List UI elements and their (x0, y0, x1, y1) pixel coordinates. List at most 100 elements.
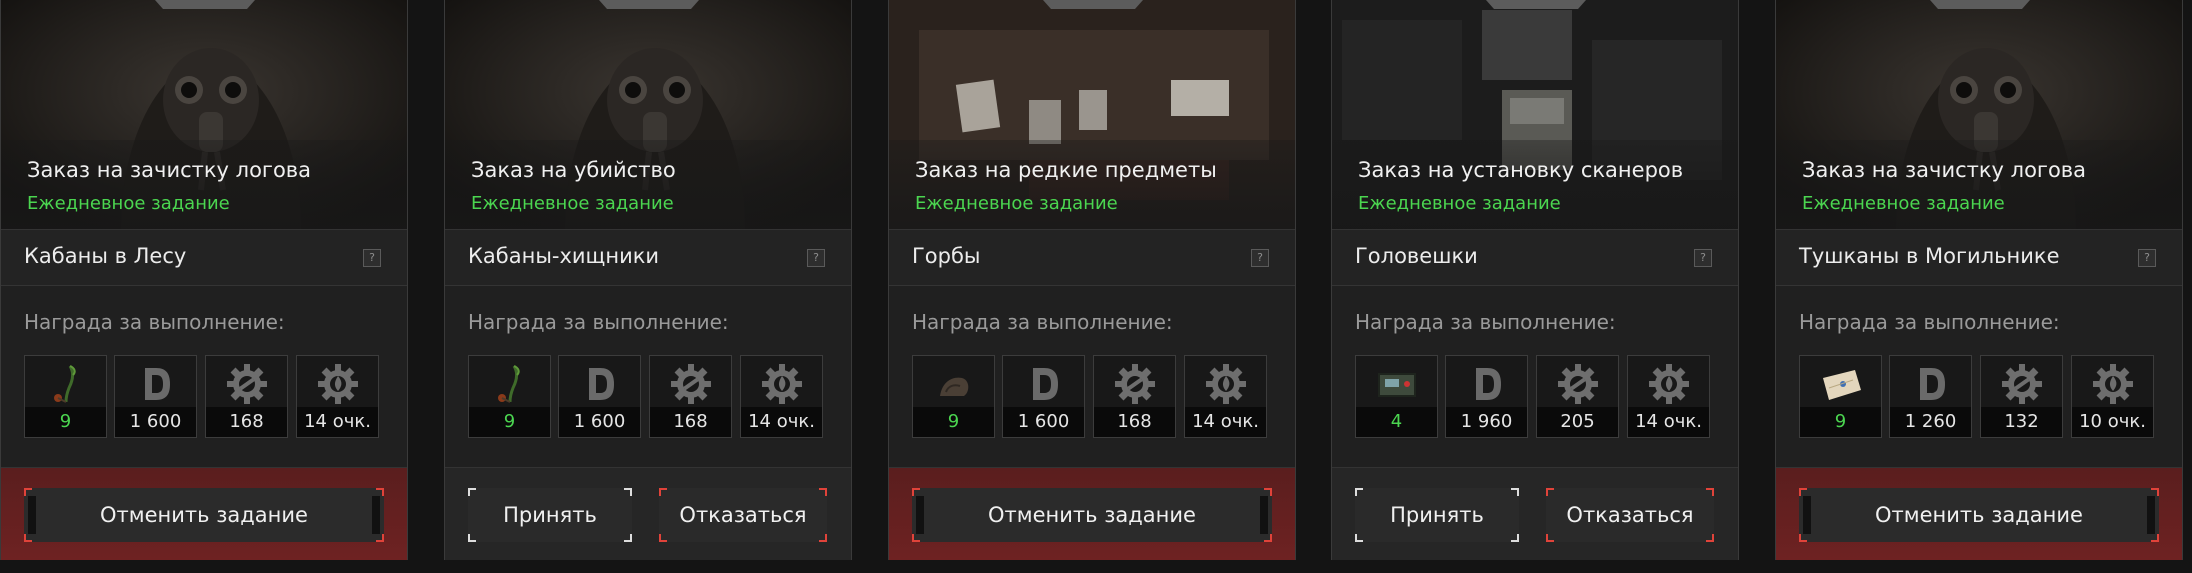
corner (1706, 488, 1714, 496)
quest-card[interactable]: Заказ на убийство Ежедневное задание Кабан… (444, 0, 852, 560)
corner (1546, 488, 1554, 496)
gear-wrench-icon (650, 356, 731, 412)
corner (624, 534, 632, 542)
accept-button[interactable]: Принять (468, 488, 632, 542)
reward-value: 14 очк. (297, 407, 378, 437)
reward-slot[interactable]: 4 (1355, 355, 1438, 438)
card-tab (1043, 0, 1143, 9)
corner (819, 488, 827, 496)
cancel-task-label: Отменить задание (100, 503, 308, 527)
reward-value: 10 очк. (2072, 407, 2153, 437)
button-edge (916, 496, 924, 534)
button-edge (2147, 496, 2155, 534)
reward-value: 1 600 (559, 407, 640, 437)
order-title: Заказ на установку сканеров (1358, 158, 1684, 182)
reward-value: 1 960 (1446, 407, 1527, 437)
reward-slot[interactable]: 14 очк. (1184, 355, 1267, 438)
reward-slot[interactable]: 1 260 (1889, 355, 1972, 438)
reward-slot[interactable]: 132 (1980, 355, 2063, 438)
corner (624, 488, 632, 496)
reward-label: Награда за выполнение: (1355, 310, 1616, 334)
gear-flame-icon (2072, 356, 2153, 412)
currency-d-icon (1890, 356, 1971, 412)
gear-wrench-icon (1537, 356, 1618, 412)
order-title: Заказ на зачистку логова (27, 158, 312, 182)
reward-value: 1 600 (115, 407, 196, 437)
target-name: Горбы (912, 244, 981, 268)
reward-slot[interactable]: 1 600 (558, 355, 641, 438)
reward-slot[interactable]: 9 (24, 355, 107, 438)
gear-wrench-icon (1094, 356, 1175, 412)
reward-slot[interactable]: 9 (468, 355, 551, 438)
reward-slot[interactable]: 9 (1799, 355, 1882, 438)
gear-flame-icon (1185, 356, 1266, 412)
reward-value: 205 (1537, 407, 1618, 437)
target-name: Кабаны в Лесу (24, 244, 187, 268)
reward-slot[interactable]: 168 (205, 355, 288, 438)
reward-slot[interactable]: 14 очк. (1627, 355, 1710, 438)
daily-task-label: Ежедневное задание (471, 193, 674, 214)
quest-card[interactable]: Заказ на зачистку логова Ежедневное задан… (0, 0, 408, 560)
reward-slot[interactable]: 14 очк. (740, 355, 823, 438)
reward-label: Награда за выполнение: (912, 310, 1173, 334)
reward-slot[interactable]: 205 (1536, 355, 1619, 438)
accept-button[interactable]: Принять (1355, 488, 1519, 542)
reward-value: 168 (650, 407, 731, 437)
target-name: Головешки (1355, 244, 1478, 268)
reward-value: 132 (1981, 407, 2062, 437)
card-tab (155, 0, 255, 9)
reward-label: Награда за выполнение: (468, 310, 729, 334)
corner (1546, 534, 1554, 542)
scanner-icon (1356, 356, 1437, 412)
daily-task-label: Ежедневное задание (1358, 193, 1561, 214)
gear-flame-icon (297, 356, 378, 412)
reward-slot[interactable]: 9 (912, 355, 995, 438)
help-icon[interactable]: ? (807, 249, 825, 267)
quest-header: Заказ на зачистку логова Ежедневное задан… (1776, 0, 2182, 230)
plant-icon (25, 356, 106, 412)
quest-card[interactable]: Заказ на установку сканеров Ежедневное за… (1331, 0, 1739, 560)
decline-button[interactable]: Отказаться (1546, 488, 1714, 542)
quest-header: Заказ на убийство Ежедневное задание (445, 0, 851, 230)
button-edge (1803, 496, 1811, 534)
card-footer: Отменить задание (1, 467, 407, 560)
order-title: Заказ на зачистку логова (1802, 158, 2087, 182)
header-overlay (1332, 140, 1738, 229)
cancel-task-button[interactable]: Отменить задание (24, 488, 384, 542)
reward-slot[interactable]: 1 960 (1445, 355, 1528, 438)
accept-label: Принять (503, 503, 597, 527)
decline-button[interactable]: Отказаться (659, 488, 827, 542)
help-icon[interactable]: ? (1251, 249, 1269, 267)
reward-label: Награда за выполнение: (24, 310, 285, 334)
reward-slot[interactable]: 168 (649, 355, 732, 438)
help-icon[interactable]: ? (1694, 249, 1712, 267)
target-name: Тушканы в Могильнике (1799, 244, 2060, 268)
gear-flame-icon (741, 356, 822, 412)
reward-slot[interactable]: 14 очк. (296, 355, 379, 438)
target-name: Кабаны-хищники (468, 244, 660, 268)
corner (1264, 488, 1272, 496)
corner (1511, 488, 1519, 496)
cancel-task-button[interactable]: Отменить задание (912, 488, 1272, 542)
corner (2151, 534, 2159, 542)
reward-value: 14 очк. (1185, 407, 1266, 437)
daily-task-label: Ежедневное задание (27, 193, 230, 214)
help-icon[interactable]: ? (363, 249, 381, 267)
button-edge (372, 496, 380, 534)
target-row: Кабаны-хищники? (445, 230, 851, 286)
reward-value: 14 очк. (741, 407, 822, 437)
cancel-task-button[interactable]: Отменить задание (1799, 488, 2159, 542)
reward-slot[interactable]: 168 (1093, 355, 1176, 438)
reward-value: 9 (25, 407, 106, 437)
reward-slot[interactable]: 10 очк. (2071, 355, 2154, 438)
gear-wrench-icon (1981, 356, 2062, 412)
reward-slot[interactable]: 1 600 (114, 355, 197, 438)
help-icon[interactable]: ? (2138, 249, 2156, 267)
quest-card[interactable]: Заказ на редкие предметы Ежедневное задан… (888, 0, 1296, 560)
reward-label: Награда за выполнение: (1799, 310, 2060, 334)
card-tab (1486, 0, 1586, 9)
reward-slot[interactable]: 1 600 (1002, 355, 1085, 438)
quest-card[interactable]: Заказ на зачистку логова Ежедневное задан… (1775, 0, 2183, 560)
corner (24, 488, 32, 496)
button-edge (1260, 496, 1268, 534)
